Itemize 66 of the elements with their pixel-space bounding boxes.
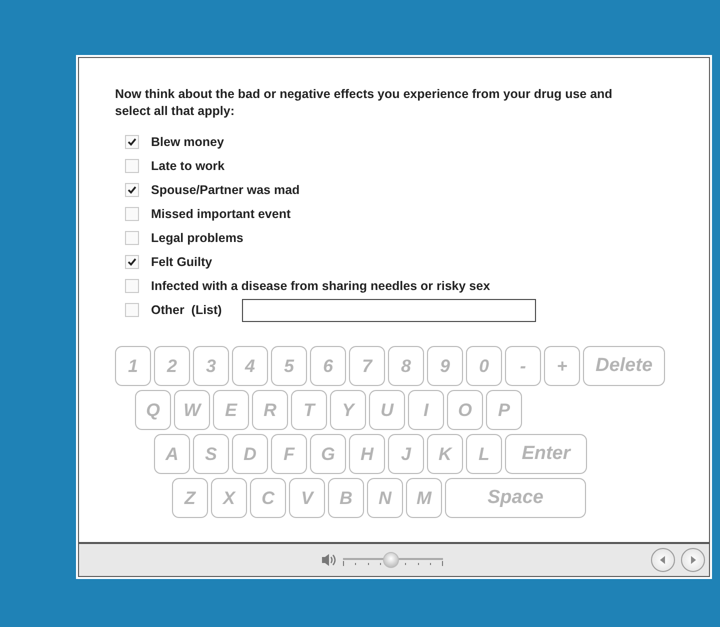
keyboard-key[interactable]: U [369, 390, 405, 430]
keyboard-key[interactable]: 4 [232, 346, 268, 386]
checkbox[interactable] [125, 159, 139, 173]
option-label: Legal problems [151, 231, 244, 245]
keyboard-key[interactable]: 8 [388, 346, 424, 386]
checkbox[interactable] [125, 279, 139, 293]
checkbox[interactable] [125, 135, 139, 149]
checkbox[interactable] [125, 303, 139, 317]
keyboard-key[interactable]: I [408, 390, 444, 430]
question-text: Now think about the bad or negative effects you experience from your drug use and select all that apply: [115, 86, 614, 120]
previous-button[interactable] [651, 548, 675, 572]
keyboard-key[interactable]: L [466, 434, 502, 474]
checkbox[interactable] [125, 207, 139, 221]
keyboard-key[interactable]: Delete [583, 346, 665, 386]
keyboard-key[interactable]: J [388, 434, 424, 474]
checkbox[interactable] [125, 183, 139, 197]
keyboard-key[interactable]: 6 [310, 346, 346, 386]
option-label: Spouse/Partner was mad [151, 183, 300, 197]
keyboard-key[interactable]: M [406, 478, 442, 518]
input-field[interactable] [242, 298, 536, 322]
keyboard-key[interactable]: 5 [271, 346, 307, 386]
option-label: Missed important event [151, 207, 291, 221]
keyboard-key[interactable]: O [447, 390, 483, 430]
keyboard-key[interactable]: - [505, 346, 541, 386]
option-label: Felt Guilty [151, 255, 212, 269]
keyboard-key[interactable]: S [193, 434, 229, 474]
keyboard-key[interactable]: 7 [349, 346, 385, 386]
volume-slider[interactable] [343, 552, 443, 568]
keyboard-key[interactable]: R [252, 390, 288, 430]
keyboard-key[interactable]: Y [330, 390, 366, 430]
keyboard-key[interactable]: Space [445, 478, 586, 518]
keyboard-key[interactable]: Enter [505, 434, 587, 474]
keyboard-key[interactable]: W [174, 390, 210, 430]
speaker-icon [321, 553, 337, 567]
option-label: Blew money [151, 135, 224, 149]
checkbox[interactable] [125, 255, 139, 269]
keyboard-key[interactable]: 1 [115, 346, 151, 386]
keyboard-key[interactable]: 0 [466, 346, 502, 386]
keyboard-key[interactable]: 9 [427, 346, 463, 386]
keyboard-key[interactable]: + [544, 346, 580, 386]
keyboard-key[interactable]: G [310, 434, 346, 474]
keyboard-key[interactable]: N [367, 478, 403, 518]
right-triangle-icon [688, 555, 698, 565]
slider-thumb[interactable] [383, 552, 399, 568]
keyboard-key[interactable]: K [427, 434, 463, 474]
keyboard-key[interactable]: Z [172, 478, 208, 518]
keyboard-key[interactable]: T [291, 390, 327, 430]
checkbox[interactable] [125, 231, 139, 245]
keyboard-key[interactable]: 2 [154, 346, 190, 386]
keyboard-key[interactable]: X [211, 478, 247, 518]
keyboard-key[interactable]: H [349, 434, 385, 474]
keyboard-key[interactable]: A [154, 434, 190, 474]
keyboard-key[interactable]: C [250, 478, 286, 518]
next-button[interactable] [681, 548, 705, 572]
keyboard-key[interactable]: B [328, 478, 364, 518]
keyboard-key[interactable]: V [289, 478, 325, 518]
left-triangle-icon [658, 555, 668, 565]
keyboard-key[interactable]: 3 [193, 346, 229, 386]
keyboard-key[interactable]: F [271, 434, 307, 474]
keyboard-key[interactable]: E [213, 390, 249, 430]
keyboard-key[interactable]: D [232, 434, 268, 474]
option-label: Infected with a disease from sharing needles or risky sex [151, 279, 490, 293]
option-label: Other (List) [151, 303, 222, 317]
option-label: Late to work [151, 159, 225, 173]
keyboard-key[interactable]: P [486, 390, 522, 430]
keyboard-key[interactable]: Q [135, 390, 171, 430]
